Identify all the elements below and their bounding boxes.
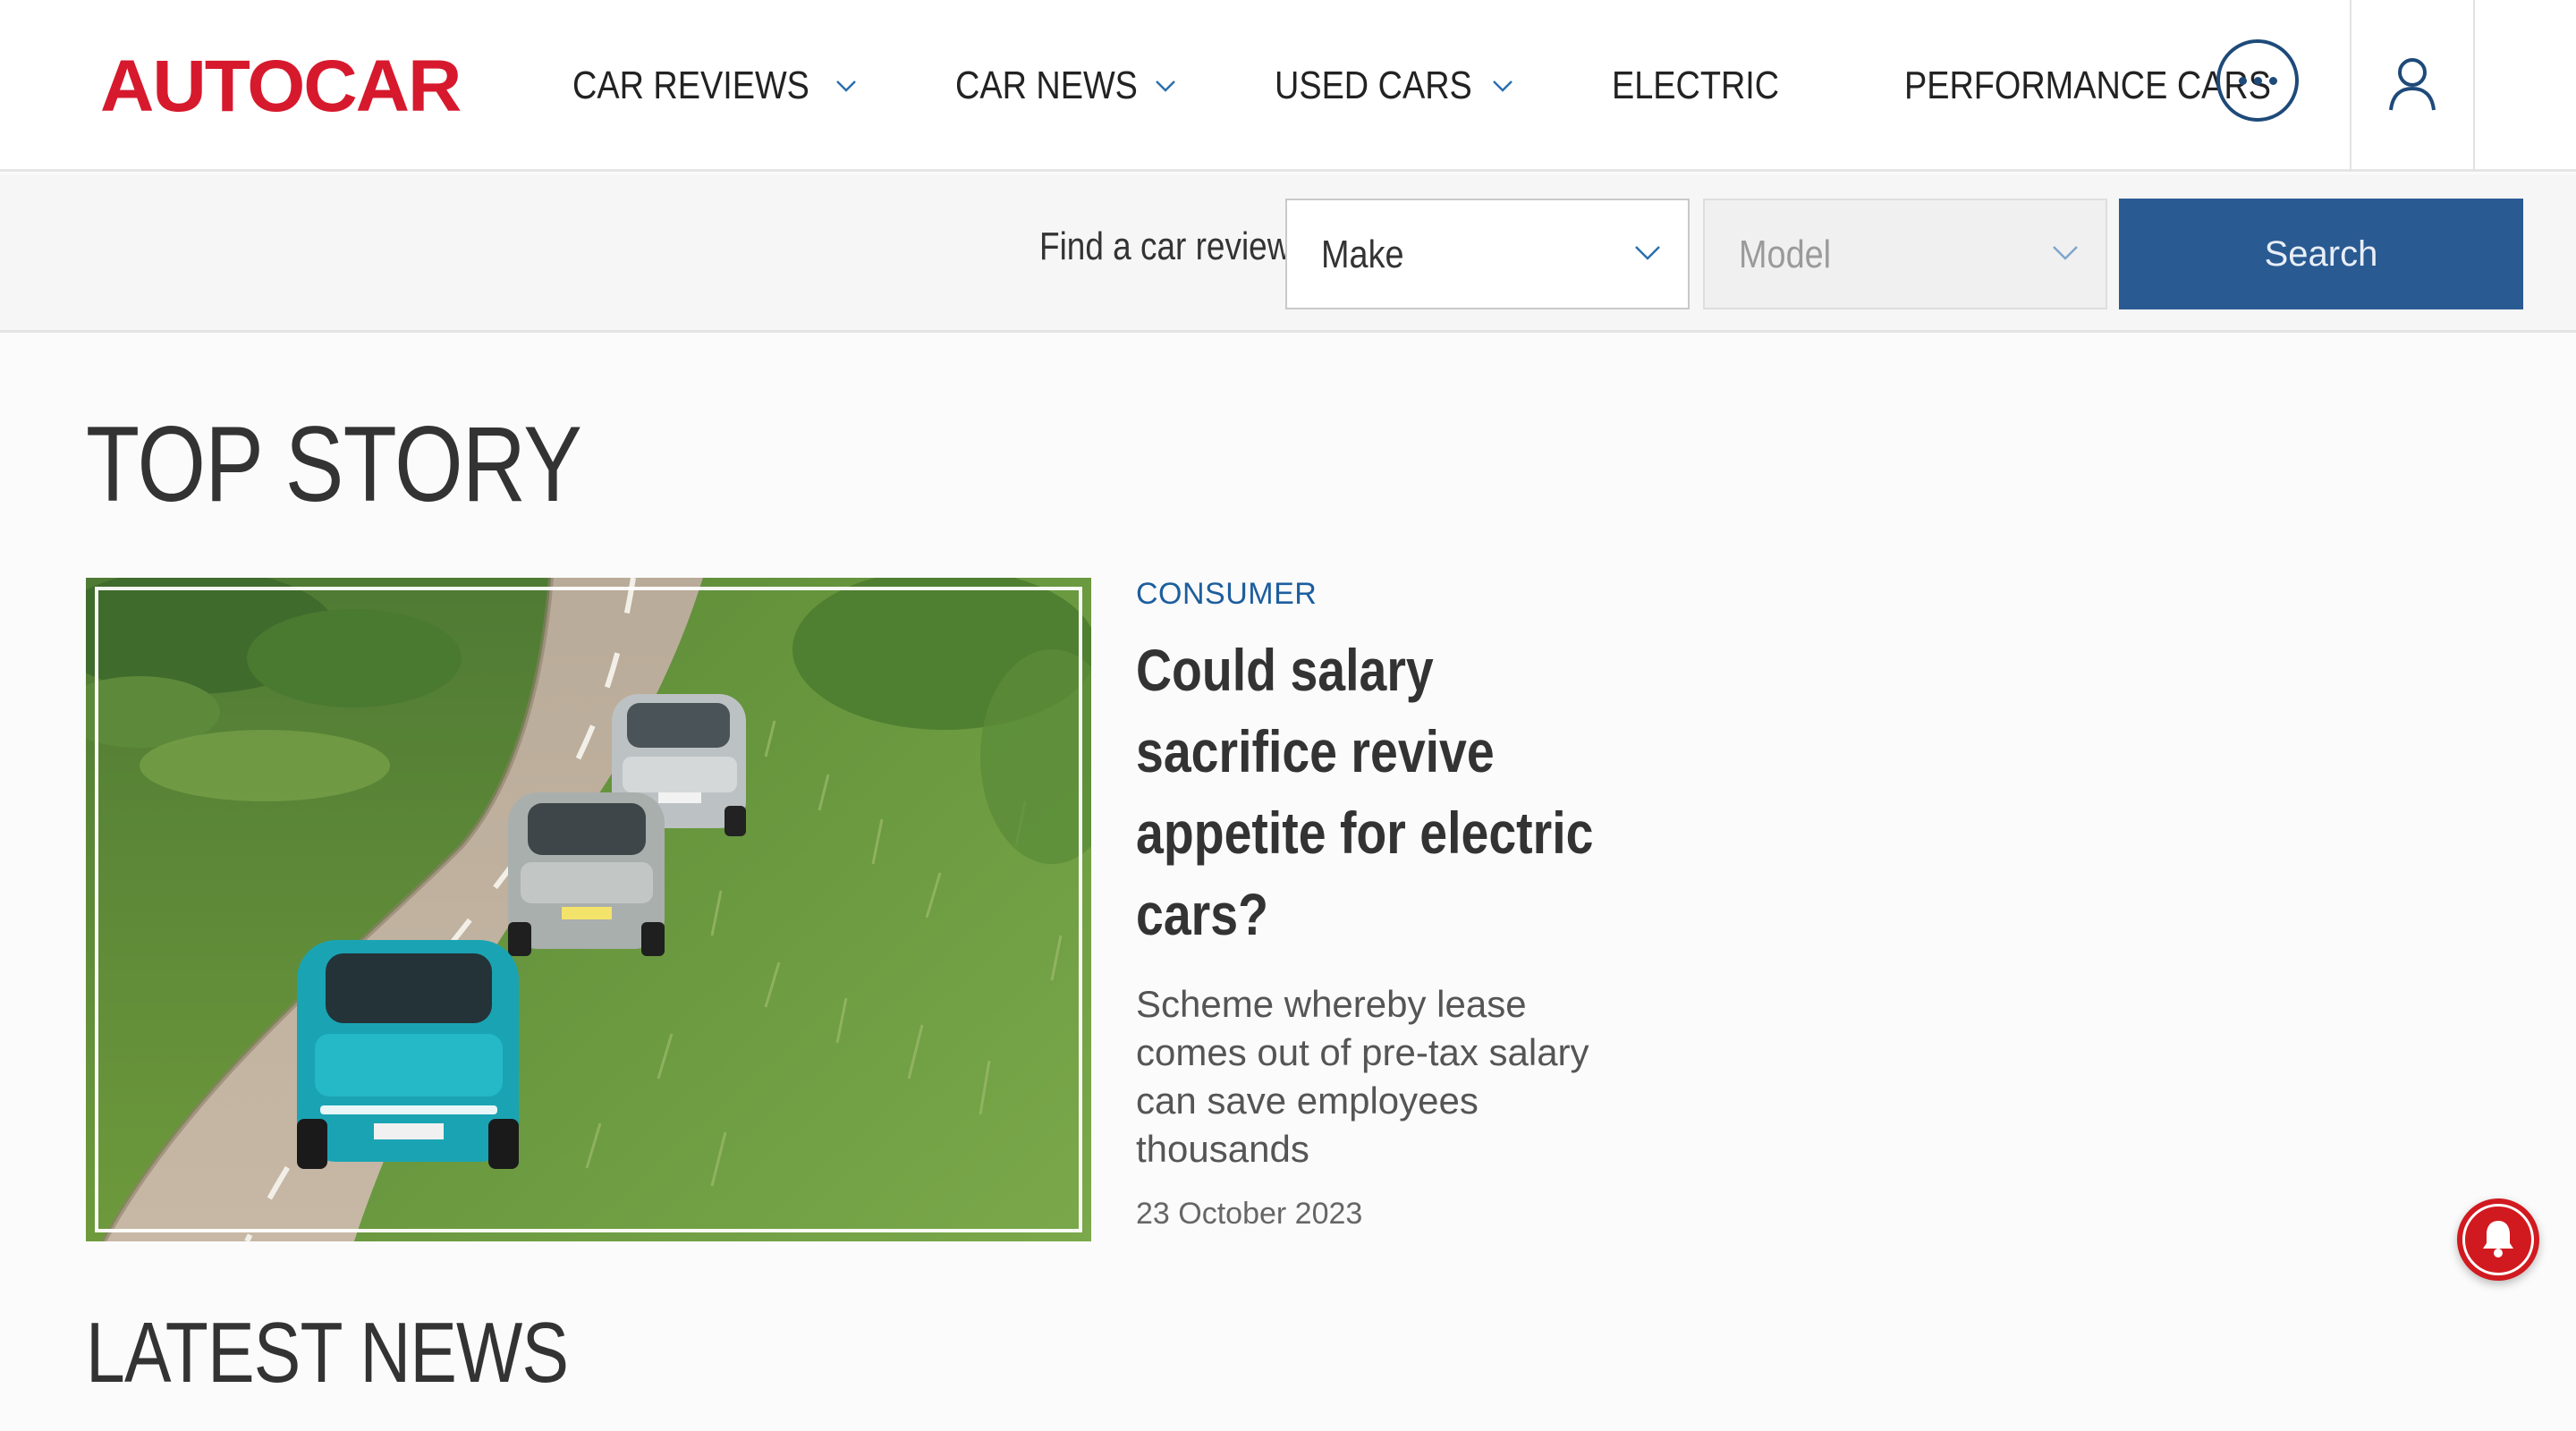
main-nav: CAR REVIEWS CAR NEWS USED CARS ELECTRIC … (572, 0, 2331, 172)
chevron-down-icon (835, 75, 857, 97)
autocar-logo[interactable]: AUTOCAR (100, 47, 462, 127)
nav-item-car-news[interactable]: CAR NEWS (955, 64, 1176, 108)
chevron-down-icon (1634, 245, 1661, 266)
find-car-review-label: Find a car review (1039, 224, 1292, 268)
user-icon (2387, 56, 2437, 116)
bell-icon (2480, 1218, 2516, 1262)
nav-label: USED CARS (1275, 64, 1472, 107)
account-button[interactable] (2350, 0, 2475, 172)
nav-item-electric[interactable]: ELECTRIC (1612, 64, 1807, 108)
top-story-text: CONSUMER Could salary sacrifice revive a… (1136, 572, 1637, 1232)
more-menu-button[interactable] (2216, 39, 2299, 122)
nav-item-car-reviews[interactable]: CAR REVIEWS (572, 64, 857, 108)
ellipsis-dot (2253, 76, 2262, 85)
make-select[interactable]: Make (1285, 199, 1690, 309)
notification-button[interactable] (2457, 1198, 2539, 1281)
model-select[interactable]: Model (1703, 199, 2107, 309)
make-select-value: Make (1321, 233, 1404, 276)
story-headline[interactable]: Could salary sacrifice revive appetite f… (1136, 630, 1647, 955)
nav-label: CAR REVIEWS (572, 64, 809, 107)
chevron-down-icon (2052, 245, 2079, 266)
car-review-search-bar: Find a car review Make Model Search (0, 174, 2576, 333)
top-story-heading: TOP STORY (86, 404, 582, 524)
ellipsis-circle-icon (2238, 76, 2247, 85)
story-standfirst: Scheme whereby lease comes out of pre-ta… (1136, 983, 1589, 1170)
top-story-image[interactable] (86, 578, 1091, 1241)
search-button[interactable]: Search (2119, 199, 2523, 309)
chevron-down-icon (1155, 75, 1176, 97)
latest-news-heading: LATEST NEWS (86, 1305, 569, 1401)
nav-item-used-cars[interactable]: USED CARS (1275, 64, 1513, 108)
ellipsis-dot (2268, 76, 2277, 85)
model-select-value: Model (1739, 233, 1832, 276)
nav-label: ELECTRIC (1611, 64, 1780, 107)
nav-label: CAR NEWS (955, 64, 1138, 107)
site-header: AUTOCAR CAR REVIEWS CAR NEWS USED CARS E… (0, 0, 2576, 172)
story-category[interactable]: CONSUMER (1136, 577, 1637, 612)
story-date: 23 October 2023 (1136, 1197, 1363, 1231)
chevron-down-icon (1492, 75, 1513, 97)
notification-ring (2462, 1204, 2534, 1275)
